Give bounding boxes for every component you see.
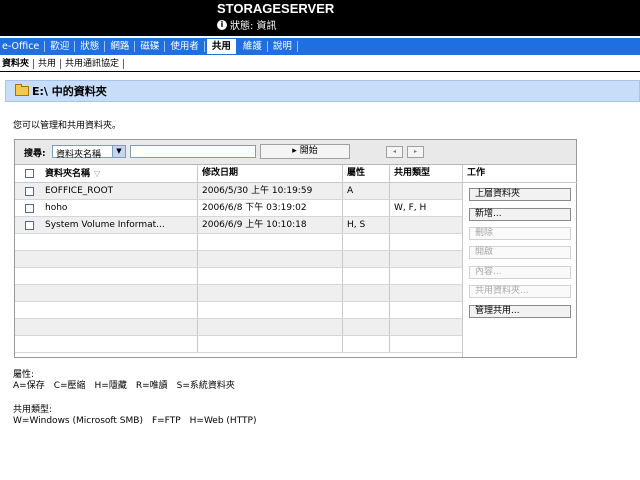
search-go-button[interactable]: ▸ 開始 <box>260 144 350 159</box>
table-row[interactable]: hoho 2006/6/8 下午 03:19:02 W, F, H <box>15 200 462 217</box>
nav-network[interactable]: 網路 <box>105 41 136 52</box>
folder-panel: 搜尋: 資料夾名稱 ▼ ▸ 開始 ◂ ▸ 資料夾名稱 ▽ 修改日期 屬性 共用類… <box>14 139 577 358</box>
status-text: 狀態: 資訊 <box>230 21 277 32</box>
open-button[interactable]: 開啟 <box>469 246 571 259</box>
page-prev-button[interactable]: ◂ <box>386 146 403 158</box>
search-go-label: 開始 <box>299 146 318 156</box>
nav-welcome[interactable]: 歡迎 <box>45 41 76 52</box>
share-type: W, F, H <box>394 203 427 213</box>
page-title: E:\ 中的資料夾 <box>32 85 107 98</box>
empty-row <box>15 234 462 251</box>
table-header: 資料夾名稱 ▽ 修改日期 屬性 共用類型 <box>15 165 462 183</box>
tasks-header: 工作 <box>463 165 577 183</box>
nav-help[interactable]: 說明 <box>268 41 298 52</box>
page-next-button[interactable]: ▸ <box>407 146 424 158</box>
col-date-header[interactable]: 修改日期 <box>198 165 343 182</box>
server-name: STORAGESERVER <box>217 1 335 16</box>
nav-eoffice[interactable]: e-Office <box>0 41 46 52</box>
col-name-label: 資料夾名稱 <box>45 168 91 179</box>
up-folder-button[interactable]: 上層資料夾 <box>469 188 571 201</box>
col-share-header[interactable]: 共用類型 <box>390 165 462 182</box>
empty-row <box>15 319 462 336</box>
row-checkbox[interactable] <box>25 220 34 230</box>
share-type <box>390 217 462 233</box>
search-bar: 搜尋: 資料夾名稱 ▼ ▸ 開始 ◂ ▸ <box>15 140 576 165</box>
share-types-legend-title: 共用類型: <box>13 405 53 415</box>
sort-icon: ▽ <box>94 168 101 178</box>
search-field-value: 資料夾名稱 <box>56 150 102 160</box>
sub-nav: 資料夾 共用 共用通訊協定 <box>0 57 640 72</box>
attributes <box>343 200 390 216</box>
share-type <box>390 183 462 199</box>
folder-icon <box>15 84 29 96</box>
attributes: A <box>343 183 390 199</box>
modified-date: 2006/6/8 下午 03:19:02 <box>198 200 343 216</box>
nav-status[interactable]: 狀態 <box>75 41 106 52</box>
share-types-legend: 共用類型: W=Windows (Microsoft SMB) F=FTP H=… <box>13 405 256 427</box>
nav-disks[interactable]: 磁碟 <box>135 41 166 52</box>
modified-date: 2006/5/30 上午 10:19:59 <box>198 183 343 199</box>
search-field-select[interactable]: 資料夾名稱 ▼ <box>52 145 126 160</box>
attributes: H, S <box>343 217 390 233</box>
folder-name: EOFFICE_ROOT <box>45 186 114 196</box>
modified-date: 2006/6/9 上午 10:10:18 <box>198 217 343 233</box>
empty-row <box>15 302 462 319</box>
attributes-legend-text: A=保存 C=壓縮 H=隱藏 R=唯讀 S=系統資料夾 <box>13 381 235 391</box>
empty-row <box>15 251 462 268</box>
share-types-legend-text: W=Windows (Microsoft SMB) F=FTP H=Web (H… <box>13 416 257 426</box>
folder-name: System Volume Informat... <box>45 220 165 230</box>
page-description: 您可以管理和共用資料夾。 <box>13 121 122 131</box>
search-label: 搜尋: <box>24 149 46 159</box>
subnav-shares[interactable]: 共用 <box>34 59 62 69</box>
table-row[interactable]: System Volume Informat... 2006/6/9 上午 10… <box>15 217 462 234</box>
subnav-folders[interactable]: 資料夾 <box>0 59 35 69</box>
chevron-down-icon[interactable]: ▼ <box>112 146 125 157</box>
select-all-checkbox[interactable] <box>25 169 34 178</box>
search-input[interactable] <box>130 145 256 158</box>
folder-name: hoho <box>45 203 68 213</box>
new-folder-button[interactable]: 新增... <box>469 208 571 221</box>
page-title-bar: E:\ 中的資料夾 <box>5 80 640 102</box>
tasks-pane: 工作 上層資料夾 新增... 刪除 開啟 內容... 共用資料夾... 管理共用… <box>462 165 577 357</box>
empty-row <box>15 285 462 302</box>
col-name-header[interactable]: 資料夾名稱 ▽ <box>15 165 198 182</box>
empty-row <box>15 268 462 285</box>
col-attr-header[interactable]: 屬性 <box>343 165 390 182</box>
manage-shares-button[interactable]: 管理共用... <box>469 305 571 318</box>
properties-button[interactable]: 內容... <box>469 266 571 279</box>
status-indicator[interactable]: i 狀態: 資訊 <box>217 17 277 32</box>
attributes-legend-title: 屬性: <box>13 370 35 380</box>
nav-maintenance[interactable]: 維護 <box>238 41 268 52</box>
delete-button[interactable]: 刪除 <box>469 227 571 240</box>
nav-shares[interactable]: 共用 <box>206 39 236 54</box>
table-row[interactable]: EOFFICE_ROOT 2006/5/30 上午 10:19:59 A <box>15 183 462 200</box>
top-banner: STORAGESERVER i 狀態: 資訊 <box>0 0 640 36</box>
attributes-legend: 屬性: A=保存 C=壓縮 H=隱藏 R=唯讀 S=系統資料夾 <box>13 370 235 392</box>
row-checkbox[interactable] <box>25 203 34 213</box>
nav-users[interactable]: 使用者 <box>165 41 205 52</box>
folder-table: 資料夾名稱 ▽ 修改日期 屬性 共用類型 EOFFICE_ROOT 2006/5… <box>15 165 462 353</box>
info-icon: i <box>217 19 227 30</box>
play-icon: ▸ <box>292 146 297 156</box>
row-checkbox[interactable] <box>25 186 34 196</box>
main-nav: e-Office 歡迎 狀態 網路 磁碟 使用者 共用 維護 說明 <box>0 38 640 55</box>
share-folder-button[interactable]: 共用資料夾... <box>469 285 571 298</box>
empty-row <box>15 336 462 353</box>
subnav-protocols[interactable]: 共用通訊協定 <box>61 59 125 69</box>
